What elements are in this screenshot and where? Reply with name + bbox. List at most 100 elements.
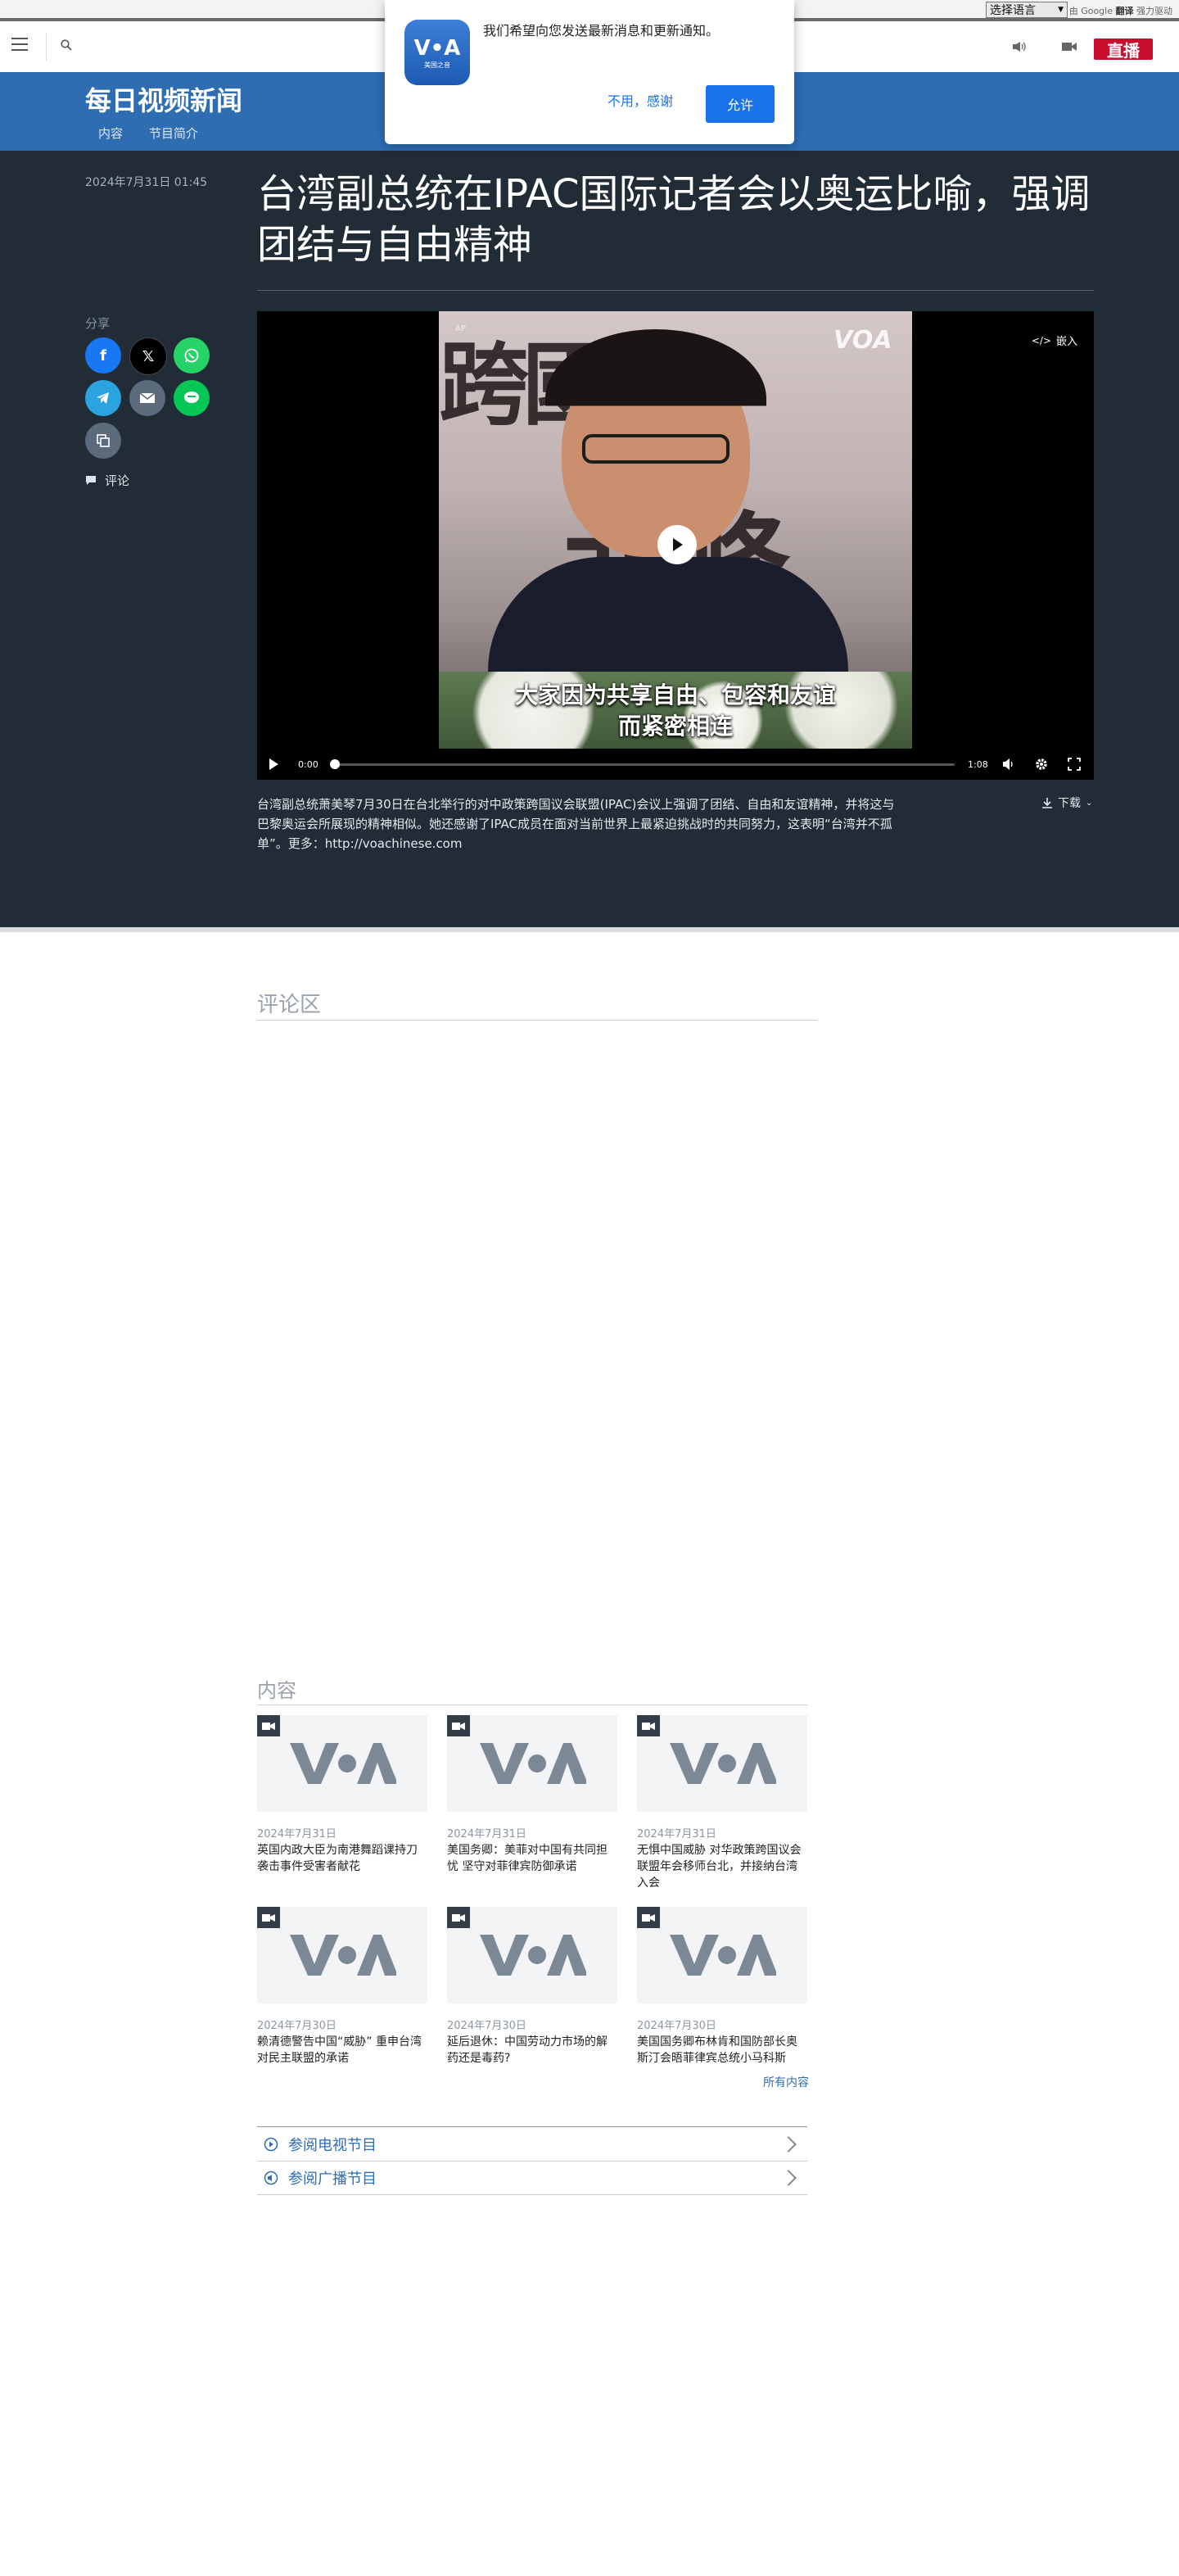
progress-bar[interactable]: [330, 759, 955, 769]
tv-programs-label: 参阅电视节目: [288, 2136, 377, 2154]
related-headline[interactable]: 英国内政大臣为南港舞蹈课持刀袭击事件受害者献花: [257, 1842, 427, 1875]
divider: [257, 1020, 817, 1021]
play-button[interactable]: [657, 525, 697, 564]
facebook-share-button[interactable]: f: [85, 337, 121, 373]
comments-title: 评论区: [257, 993, 322, 1017]
whatsapp-icon: [184, 348, 199, 363]
comment-link[interactable]: 评论: [85, 472, 129, 489]
source-mark: AP: [455, 324, 466, 333]
related-date: 2024年7月30日: [257, 2020, 337, 2032]
related-card[interactable]: 2024年7月30日美国国务卿布林肯和国防部长奥斯汀会晤菲律宾总统小马科斯: [637, 1907, 807, 2067]
related-thumbnail[interactable]: [447, 1907, 617, 2003]
deny-notifications-button[interactable]: 不用，感谢: [608, 90, 673, 110]
divider: [0, 927, 1179, 932]
voa-logo-icon: [480, 1743, 586, 1784]
related-thumbnail[interactable]: [257, 1907, 427, 2003]
related-date: 2024年7月30日: [637, 2020, 716, 2032]
language-select[interactable]: 选择语言 ▼: [986, 2, 1068, 18]
speaker-glasses: [582, 434, 730, 464]
chevron-right-icon: [780, 2135, 797, 2153]
language-select-label: 选择语言: [990, 4, 1036, 17]
embed-label: 嵌入: [1055, 336, 1077, 348]
article-section: 2024年7月31日 01:45 台湾副总统在IPAC国际记者会以奥运比喻，强调…: [0, 151, 1179, 927]
allow-notifications-button[interactable]: 允许: [706, 85, 775, 123]
subtitle-line-2: 而紧密相连: [617, 713, 733, 740]
play-icon[interactable]: [269, 758, 278, 770]
related-headline[interactable]: 无惧中国威胁 对华政策跨国议会联盟年会移师台北，并接纳台湾入会: [637, 1842, 807, 1891]
current-time: 0:00: [298, 759, 318, 770]
radio-programs-link[interactable]: 参阅广播节目: [257, 2161, 807, 2195]
voa-logo-icon: [670, 1935, 776, 1976]
live-button[interactable]: 直播: [1094, 38, 1153, 61]
all-content-link[interactable]: 所有内容: [763, 2074, 809, 2090]
related-card[interactable]: 2024年7月31日英国内政大臣为南港舞蹈课持刀袭击事件受害者献花: [257, 1715, 427, 1875]
chevron-down-icon: ⌄: [1086, 798, 1093, 808]
video-player[interactable]: 跨國議 北峰 VOA AP 大家因为共享自由、包容和友谊 而紧密相连 </> 嵌…: [257, 311, 1094, 780]
fullscreen-icon[interactable]: [1068, 758, 1081, 771]
code-icon: </>: [1031, 334, 1051, 346]
embed-button[interactable]: </> 嵌入: [1031, 333, 1077, 349]
voa-logo-icon: [290, 1935, 396, 1976]
publish-date: 2024年7月31日 01:45: [85, 176, 208, 189]
tv-programs-link[interactable]: 参阅电视节目: [257, 2126, 807, 2161]
x-share-button[interactable]: 𝕏: [129, 337, 167, 375]
download-label: 下载: [1058, 797, 1081, 810]
related-date: 2024年7月31日: [257, 1828, 337, 1840]
settings-gear-icon[interactable]: [1035, 758, 1048, 771]
comment-link-label: 评论: [105, 473, 130, 488]
video-camera-icon: [447, 1715, 470, 1736]
download-button[interactable]: 下载 ⌄: [1041, 795, 1092, 811]
related-headline[interactable]: 美国国务卿布林肯和国防部长奥斯汀会晤菲律宾总统小马科斯: [637, 2034, 807, 2067]
line-icon: [184, 392, 199, 403]
notification-message: 我们希望向您发送最新消息和更新通知。: [483, 23, 720, 38]
related-thumbnail[interactable]: [257, 1715, 427, 1812]
related-card[interactable]: 2024年7月30日延后退休：中国劳动力市场的解药还是毒药?: [447, 1907, 617, 2067]
telegram-icon: [97, 392, 109, 404]
program-nav-content[interactable]: 内容: [85, 124, 136, 142]
related-thumbnail[interactable]: [637, 1715, 807, 1812]
related-headline[interactable]: 延后退休：中国劳动力市场的解药还是毒药?: [447, 2034, 617, 2067]
related-headline[interactable]: 美国务卿：美菲对中国有共同担忧 坚守对菲律宾防御承诺: [447, 1842, 617, 1875]
menu-icon[interactable]: [11, 38, 28, 51]
telegram-share-button[interactable]: [85, 380, 121, 416]
chevron-right-icon: [780, 2170, 797, 2186]
volume-icon[interactable]: [1002, 758, 1015, 771]
related-headline[interactable]: 赖清德警告中国“威胁” 重申台湾对民主联盟的承诺: [257, 2034, 427, 2067]
audio-circle-icon: [264, 2171, 278, 2185]
email-icon: [139, 392, 156, 403]
share-label: 分享: [85, 316, 111, 331]
program-title[interactable]: 每日视频新闻: [85, 80, 242, 118]
video-camera-icon: [447, 1907, 470, 1928]
related-card[interactable]: 2024年7月31日 美国务卿：美菲对中国有共同担忧 坚守对菲律宾防御承诺: [447, 1715, 617, 1875]
download-icon: [1042, 798, 1052, 808]
voa-watermark: VOA: [833, 326, 892, 355]
page-title: 台湾副总统在IPAC国际记者会以奥运比喻，强调团结与自由精神: [257, 171, 1091, 268]
line-share-button[interactable]: [174, 380, 210, 416]
google-label[interactable]: Google: [1081, 6, 1113, 16]
play-circle-icon: [264, 2137, 278, 2151]
subtitle-line-1: 大家因为共享自由、包容和友谊: [514, 681, 836, 709]
email-share-button[interactable]: [129, 380, 165, 416]
related-card[interactable]: 2024年7月30日赖清德警告中国“威胁” 重申台湾对民主联盟的承诺: [257, 1907, 427, 2067]
whatsapp-share-button[interactable]: [174, 337, 210, 373]
x-icon: 𝕏: [142, 347, 155, 365]
search-icon[interactable]: [61, 39, 72, 51]
related-title: 内容: [257, 1679, 296, 1702]
copy-icon: [97, 434, 110, 447]
related-thumbnail[interactable]: [637, 1907, 807, 2003]
program-nav-about[interactable]: 节目简介: [136, 124, 211, 142]
program-nav: 内容 节目简介: [85, 124, 211, 142]
related-date: 2024年7月30日: [447, 2020, 526, 2032]
video-camera-icon[interactable]: [1061, 41, 1077, 52]
notification-popup: V•A 美国之音 我们希望向您发送最新消息和更新通知。 不用，感谢 允许: [385, 0, 794, 144]
audio-icon[interactable]: [1012, 41, 1027, 52]
related-thumbnail[interactable]: [447, 1715, 617, 1812]
progress-handle[interactable]: [330, 759, 340, 769]
related-card[interactable]: 2024年7月31日无惧中国威胁 对华政策跨国议会联盟年会移师台北，并接纳台湾入…: [637, 1715, 807, 1891]
divider: [257, 290, 1094, 291]
copy-link-button[interactable]: [85, 423, 121, 459]
voa-logo-text: V•A: [413, 35, 461, 61]
video-camera-icon: [637, 1715, 660, 1736]
radio-programs-label: 参阅广播节目: [288, 2171, 377, 2188]
related-date: 2024年7月31日: [637, 1828, 716, 1840]
